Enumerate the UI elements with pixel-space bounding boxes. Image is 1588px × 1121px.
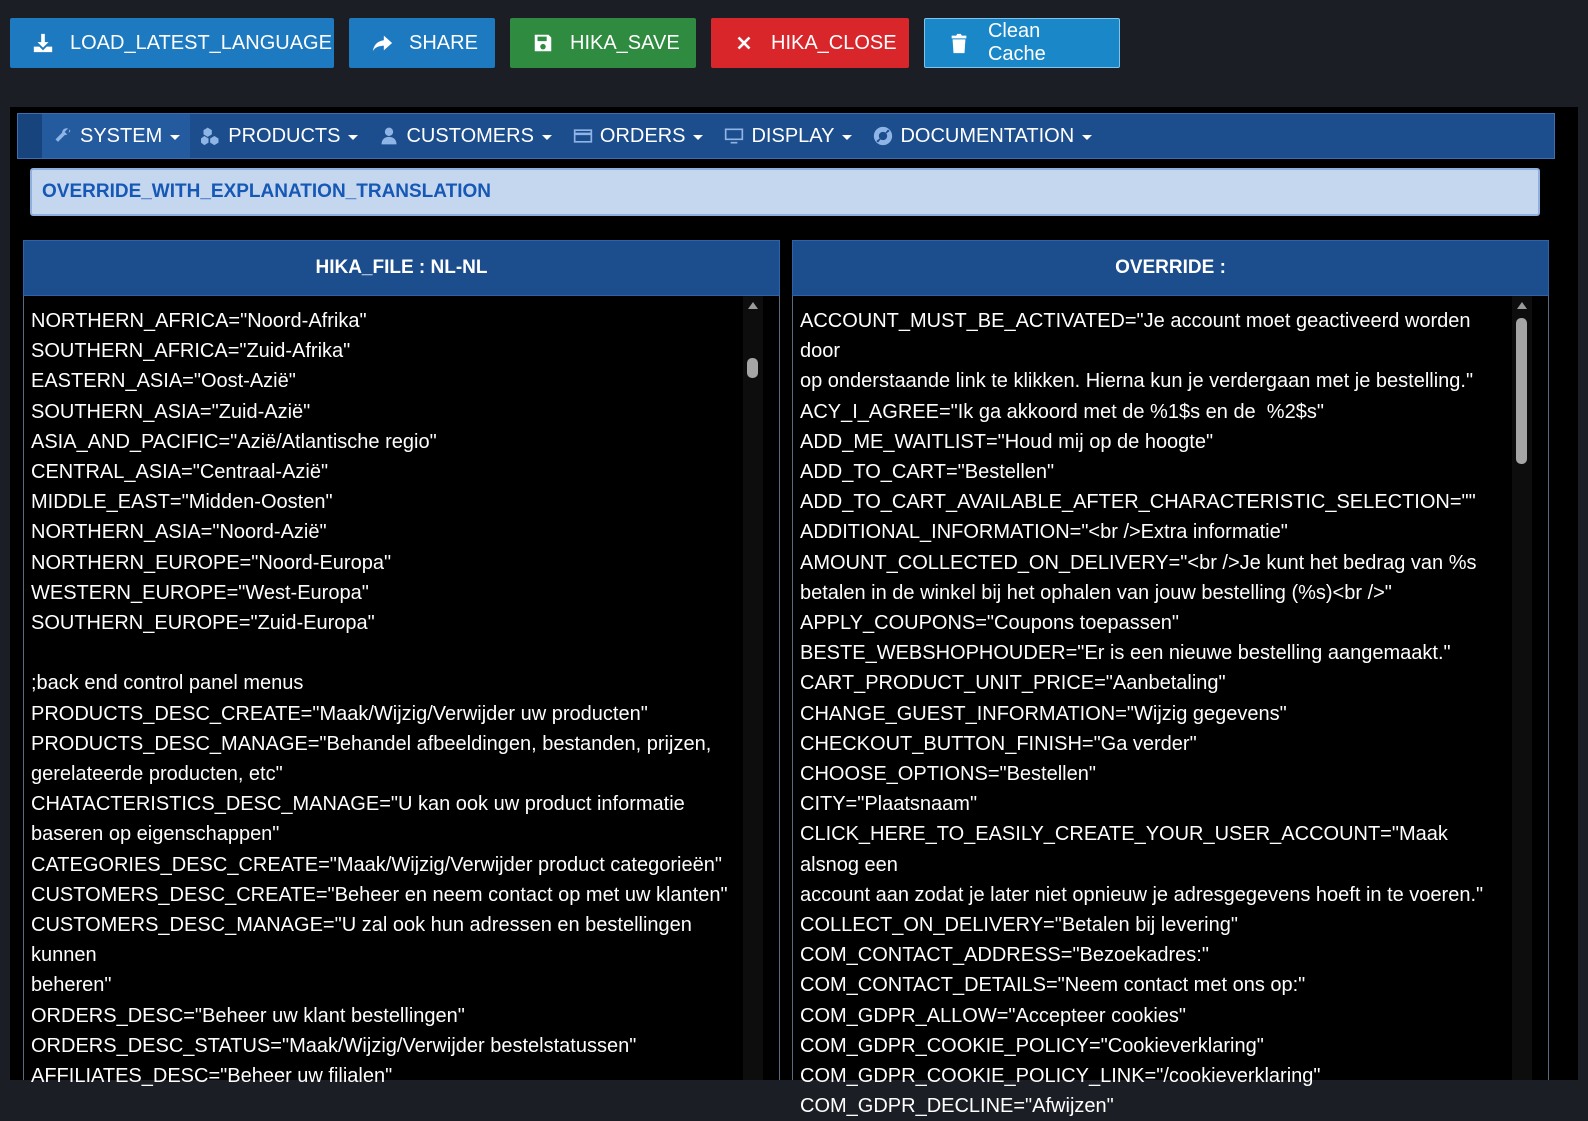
clean-cache-label: Clean Cache [987, 20, 1046, 65]
explanation-banner: OVERRIDE_WITH_EXPLANATION_TRANSLATION [30, 168, 1540, 216]
hika-file-content: NORTHERN_AFRICA="Noord-Afrika" SOUTHERN_… [31, 310, 728, 1088]
trash-icon [947, 30, 972, 56]
clean-cache-button[interactable]: Clean Cache [924, 18, 1120, 68]
hika-save-button[interactable]: HIKA_SAVE [510, 18, 696, 68]
main-area: SYSTEM PRODUCTS CUSTOMERS ORDERS DISPLAY… [10, 107, 1578, 1117]
menu-documentation[interactable]: DOCUMENTATION [862, 114, 1102, 158]
monitor-icon [725, 128, 744, 144]
scrollbar-thumb[interactable] [1516, 318, 1527, 464]
hika-file-panel-title: HIKA_FILE : NL-NL [23, 240, 780, 296]
save-icon [532, 30, 554, 56]
override-content: ACCOUNT_MUST_BE_ACTIVATED="Je account mo… [800, 310, 1484, 1118]
close-icon [733, 30, 755, 56]
share-button[interactable]: SHARE [349, 18, 495, 68]
share-icon [371, 30, 393, 56]
override-panel: OVERRIDE : ACCOUNT_MUST_BE_ACTIVATED="Je… [792, 240, 1549, 1117]
override-textarea[interactable]: ACCOUNT_MUST_BE_ACTIVATED="Je account mo… [792, 296, 1549, 1117]
menu-display[interactable]: DISPLAY [713, 114, 862, 158]
override-panel-title: OVERRIDE : [792, 240, 1549, 296]
toolbar: LOAD_LATEST_LANGUAGE SHARE HIKA_SAVE HIK… [10, 18, 1120, 70]
life-ring-icon [874, 126, 893, 146]
load-latest-language-label: LOAD_LATEST_LANGUAGE [70, 31, 332, 54]
wrench-icon [55, 128, 71, 142]
hika-file-scrollbar[interactable] [743, 296, 763, 1080]
download-icon [32, 30, 54, 56]
cubes-icon [201, 127, 219, 146]
menu-bar: SYSTEM PRODUCTS CUSTOMERS ORDERS DISPLAY… [17, 113, 1555, 159]
hika-save-label: HIKA_SAVE [570, 31, 680, 54]
hika-file-textarea[interactable]: NORTHERN_AFRICA="Noord-Afrika" SOUTHERN_… [23, 296, 780, 1087]
scrollbar-thumb[interactable] [747, 358, 758, 378]
hika-close-label: HIKA_CLOSE [771, 31, 897, 54]
hika-file-panel: HIKA_FILE : NL-NL NORTHERN_AFRICA="Noord… [23, 240, 780, 1087]
share-label: SHARE [409, 31, 478, 54]
scroll-up-arrow-icon[interactable] [748, 302, 758, 309]
menu-customers[interactable]: CUSTOMERS [368, 114, 561, 158]
menu-system[interactable]: SYSTEM [42, 114, 191, 158]
load-latest-language-button[interactable]: LOAD_LATEST_LANGUAGE [10, 18, 334, 68]
menu-orders[interactable]: ORDERS [562, 114, 714, 158]
override-scrollbar[interactable] [1512, 296, 1532, 1080]
user-icon [381, 127, 397, 145]
hika-close-button[interactable]: HIKA_CLOSE [711, 18, 909, 68]
menu-products[interactable]: PRODUCTS [190, 114, 368, 158]
scroll-up-arrow-icon[interactable] [1517, 302, 1527, 309]
credit-card-icon [573, 129, 593, 143]
